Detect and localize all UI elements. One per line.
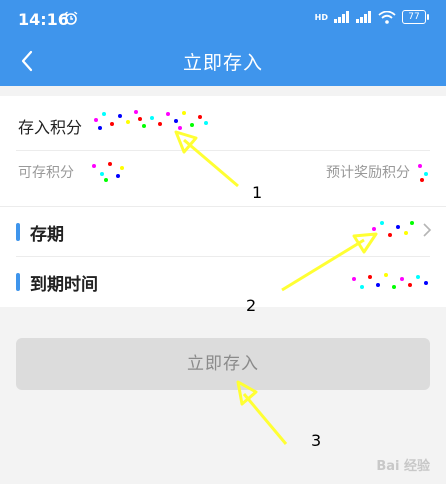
signal-icon <box>334 11 349 23</box>
available-points-label: 可存积分 <box>18 165 74 181</box>
signal-icon-2 <box>356 11 371 23</box>
alarm-icon <box>64 11 78 25</box>
battery-icon: 77 <box>402 10 429 24</box>
available-points-value-obscured <box>90 158 126 184</box>
annotation-number-3: 3 <box>311 431 322 450</box>
status-bar: 14:16 HD 77 <box>0 0 446 36</box>
annotation-arrow-1 <box>174 130 239 188</box>
annotation-number-2: 2 <box>246 296 257 315</box>
accent-bar <box>16 223 20 241</box>
hd-badge: HD <box>314 12 328 22</box>
expected-reward-label: 预计奖励积分 <box>326 165 410 181</box>
nav-bar: 立即存入 <box>0 36 446 86</box>
deposit-points-label: 存入积分 <box>18 118 83 137</box>
annotation-number-1: 1 <box>252 183 263 202</box>
expected-reward-value-obscured <box>416 158 432 184</box>
status-time: 14:16 <box>18 10 69 29</box>
deposit-submit-button[interactable]: 立即存入 <box>16 338 430 390</box>
page-title: 立即存入 <box>182 52 263 74</box>
wifi-icon <box>378 10 396 24</box>
annotation-arrow-3 <box>236 380 288 445</box>
accent-bar <box>16 273 20 291</box>
term-label: 存期 <box>30 225 64 245</box>
term-chevron-right-icon[interactable] <box>422 223 432 237</box>
annotation-arrow-2 <box>281 232 378 292</box>
watermark: Bai 经验 <box>376 459 430 474</box>
expiry-label: 到期时间 <box>30 275 98 295</box>
